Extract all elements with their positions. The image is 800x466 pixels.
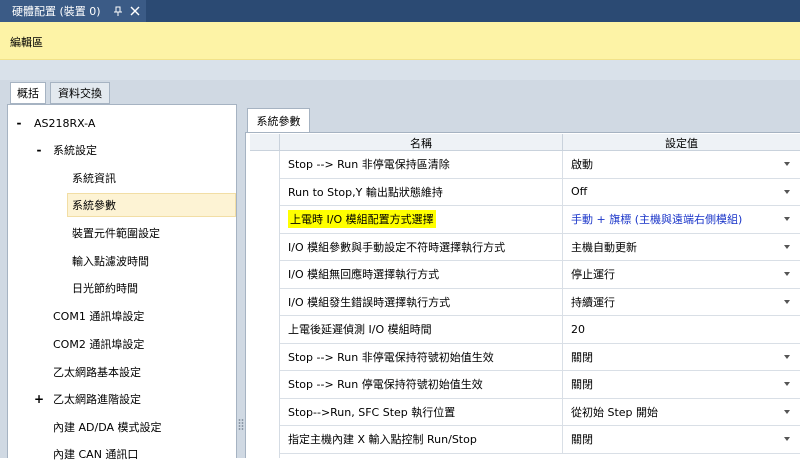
param-value-dropdown[interactable]: Off: [563, 179, 800, 206]
param-name: Stop --> Run 停電保持符號初始值生效: [280, 371, 563, 398]
table-row: I/O 模組發生錯誤時選擇執行方式 持續運行: [280, 288, 800, 316]
collapse-icon[interactable]: -: [14, 116, 24, 130]
dropdown-arrow-icon[interactable]: [784, 244, 790, 249]
table-row: 上電時 I/O 模組配置方式選擇 手動 + 旗標 (主機與遠端右側模組): [280, 206, 800, 234]
dropdown-arrow-icon[interactable]: [784, 189, 790, 194]
tab-overview-label: 概括: [17, 87, 39, 100]
document-tab[interactable]: 硬體配置 (裝置 0): [0, 0, 146, 22]
tree-item-ethernet-basic[interactable]: 乙太網路基本設定: [8, 360, 236, 384]
tree-root[interactable]: - AS218RX-A: [8, 111, 236, 135]
param-name: Stop --> Run 非停電保持區清除: [280, 151, 563, 178]
tree-item-ethernet-advanced[interactable]: + 乙太網路進階設定: [8, 387, 236, 411]
param-value-dropdown[interactable]: 停止運行: [563, 261, 800, 288]
header-gutter: [250, 134, 280, 151]
param-name: I/O 模組參數與手動設定不符時選擇執行方式: [280, 233, 563, 260]
header-name-label: 名稱: [410, 136, 432, 150]
param-value-dropdown[interactable]: 關閉: [563, 371, 800, 398]
grip-icon: [238, 419, 244, 430]
param-name: Stop-->Run, SFC Step 執行位置: [280, 398, 563, 425]
tree-item-label: 系統資訊: [72, 172, 116, 185]
table-row: Stop --> Run 非停電保持區清除 啟動: [280, 151, 800, 179]
tree-item-label: COM2 通訊埠設定: [53, 338, 145, 351]
param-name: I/O 模組無回應時選擇執行方式: [280, 261, 563, 288]
param-value-dropdown[interactable]: 主機自動更新: [563, 234, 800, 261]
table-row: I/O 模組無回應時選擇執行方式 停止運行: [280, 261, 800, 289]
expand-icon[interactable]: +: [34, 392, 44, 406]
tree-item-label: 內建 CAN 通訊口: [53, 448, 139, 461]
tree-item-system-params[interactable]: 系統參數: [67, 193, 236, 217]
tab-overview[interactable]: 概括: [10, 82, 46, 104]
tree-item-com2[interactable]: COM2 通訊埠設定: [8, 332, 236, 356]
param-value-input[interactable]: 20: [563, 316, 800, 343]
table-row: I/O 模組參數與手動設定不符時選擇執行方式 主機自動更新: [280, 233, 800, 261]
dropdown-arrow-icon[interactable]: [784, 272, 790, 276]
table-row: Stop-->Run, SFC Step 執行位置 從初始 Step 開始: [280, 398, 800, 426]
document-tab-title: 硬體配置 (裝置 0): [12, 5, 101, 18]
edit-area: 編輯區: [0, 22, 800, 60]
header-value-label: 設定值: [665, 136, 698, 150]
tree-item-label: 乙太網路基本設定: [53, 366, 141, 379]
table-row: Stop --> Run 非停電保持符號初始值生效 關閉: [280, 343, 800, 371]
tree-item-system-settings[interactable]: - 系統設定: [8, 138, 236, 162]
param-name: 上電後延遲偵測 I/O 模組時間: [280, 316, 563, 343]
edit-area-label: 編輯區: [10, 36, 43, 49]
dropdown-arrow-icon[interactable]: [784, 162, 790, 166]
table-row: Run to Stop,Y 輸出點狀態維持 Off: [280, 178, 800, 206]
param-value-dropdown[interactable]: 手動 + 旗標 (主機與遠端右側模組): [563, 206, 800, 233]
header-name[interactable]: 名稱: [280, 134, 563, 151]
tree-item-label: COM1 通訊埠設定: [53, 310, 145, 323]
dropdown-arrow-icon[interactable]: [784, 382, 790, 386]
tree-item-ad-da[interactable]: 內建 AD/DA 模式設定: [8, 415, 236, 439]
tree-item-system-info[interactable]: 系統資訊: [8, 166, 236, 190]
close-icon[interactable]: [129, 4, 141, 18]
highlighted-param-name: 上電時 I/O 模組配置方式選擇: [288, 210, 436, 229]
grid-header: 名稱 設定值: [250, 134, 800, 151]
tree-item-input-filter[interactable]: 輸入點濾波時間: [8, 249, 236, 273]
tree-item-label: 輸入點濾波時間: [72, 255, 149, 268]
param-value-dropdown[interactable]: 從初始 Step 開始: [563, 399, 800, 426]
dropdown-arrow-icon[interactable]: [784, 217, 790, 221]
tree-item-device-range[interactable]: 裝置元件範圍設定: [8, 221, 236, 245]
dropdown-arrow-icon[interactable]: [784, 299, 790, 304]
row-gutter: [250, 151, 280, 458]
table-row: Stop --> Run 停電保持符號初始值生效 關閉: [280, 371, 800, 399]
param-value-dropdown[interactable]: 關閉: [563, 344, 800, 371]
param-value-dropdown[interactable]: 關閉: [563, 426, 800, 453]
param-value-dropdown[interactable]: 啟動: [563, 151, 800, 178]
dropdown-arrow-icon[interactable]: [784, 409, 790, 414]
collapse-icon[interactable]: -: [34, 143, 44, 157]
header-value[interactable]: 設定值: [563, 134, 800, 151]
tree-item-label: 系統參數: [72, 199, 116, 212]
table-row: 上電後延遲偵測 I/O 模組時間 20: [280, 316, 800, 344]
tree-item-label: 裝置元件範圍設定: [72, 227, 160, 240]
tree-item-label: 乙太網路進階設定: [53, 393, 141, 406]
table-row: 指定主機內建 X 輸入點控制 Run/Stop 關閉: [280, 426, 800, 454]
param-value-dropdown[interactable]: 持續運行: [563, 289, 800, 316]
tree-item-com1[interactable]: COM1 通訊埠設定: [8, 304, 236, 328]
tab-system-params[interactable]: 系統參數: [247, 108, 310, 132]
pin-icon[interactable]: [112, 4, 124, 18]
param-name: 指定主機內建 X 輸入點控制 Run/Stop: [280, 426, 563, 453]
tree-item-label: 日光節約時間: [72, 282, 138, 295]
tree-item-label: 系統設定: [53, 144, 97, 157]
tab-system-params-label: 系統參數: [256, 114, 301, 128]
tab-data-exchange[interactable]: 資料交換: [50, 82, 110, 104]
panel-splitter[interactable]: [237, 104, 245, 458]
tree-item-daylight-saving[interactable]: 日光節約時間: [8, 276, 236, 300]
dropdown-arrow-icon[interactable]: [784, 437, 790, 441]
param-name: Run to Stop,Y 輸出點狀態維持: [280, 178, 563, 205]
dropdown-arrow-icon[interactable]: [784, 354, 790, 359]
param-name: I/O 模組發生錯誤時選擇執行方式: [280, 288, 563, 315]
tree-item-label: 內建 AD/DA 模式設定: [53, 421, 162, 434]
param-name: Stop --> Run 非停電保持符號初始值生效: [280, 343, 563, 370]
param-name: 上電時 I/O 模組配置方式選擇: [280, 206, 563, 233]
tree-item-can[interactable]: 內建 CAN 通訊口: [8, 442, 236, 466]
tree-root-label: AS218RX-A: [34, 116, 96, 130]
toolbar-band: [0, 60, 800, 80]
tab-data-exchange-label: 資料交換: [58, 87, 102, 100]
